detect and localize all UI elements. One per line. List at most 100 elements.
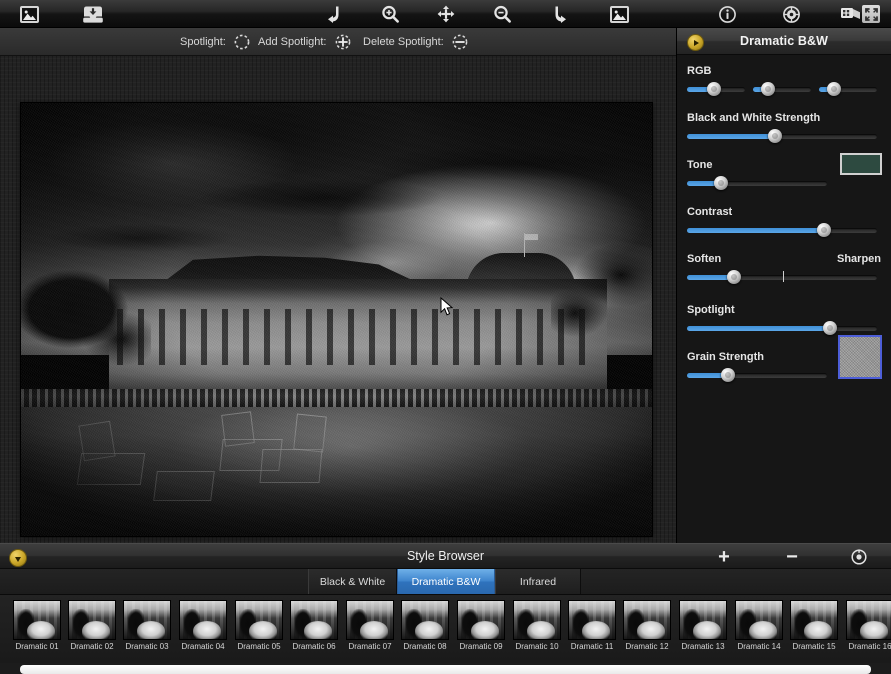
image-canvas[interactable] bbox=[0, 56, 676, 543]
style-thumbnail[interactable]: Dramatic 03 bbox=[124, 601, 170, 651]
bottom-bar-highlight bbox=[20, 665, 871, 674]
style-thumbnail-image bbox=[624, 601, 670, 639]
style-thumbnail[interactable]: Dramatic 09 bbox=[458, 601, 504, 651]
slider-knob[interactable] bbox=[823, 321, 837, 335]
style-thumbnail[interactable]: Dramatic 08 bbox=[402, 601, 448, 651]
undo-button[interactable] bbox=[325, 0, 343, 28]
style-thumbnail[interactable]: Dramatic 15 bbox=[791, 601, 837, 651]
style-thumbnail[interactable]: Dramatic 10 bbox=[514, 601, 560, 651]
slider-fill bbox=[687, 326, 829, 331]
zoom-in-button[interactable] bbox=[381, 0, 399, 28]
pan-button[interactable] bbox=[437, 0, 455, 28]
style-thumbnail-label: Dramatic 01 bbox=[15, 642, 59, 651]
contrast-slider[interactable] bbox=[687, 223, 881, 237]
style-thumbnail-label: Dramatic 11 bbox=[570, 642, 614, 651]
photo-editor-window: Spotlight: Add Spotlight: Delete Spotlig… bbox=[0, 0, 891, 674]
photo-chair bbox=[259, 449, 323, 483]
style-thumbnail-image bbox=[14, 601, 60, 639]
photo-chair-back bbox=[78, 420, 116, 462]
slider-knob[interactable] bbox=[714, 176, 728, 190]
black-and-white-strength-slider[interactable] bbox=[687, 129, 881, 143]
style-thumbnail[interactable]: Dramatic 16 bbox=[847, 601, 891, 651]
redo-arrow-icon bbox=[555, 6, 566, 23]
style-thumbnail[interactable]: Dramatic 11 bbox=[569, 601, 615, 651]
control-bw-strength-label: Black and White Strength bbox=[687, 112, 821, 124]
control-contrast-label: Contrast bbox=[687, 206, 733, 218]
style-thumbnail-image bbox=[514, 601, 560, 639]
open-image-button[interactable] bbox=[16, 0, 42, 28]
tab-infrared[interactable]: Infrared bbox=[495, 569, 581, 594]
slider-knob[interactable] bbox=[721, 368, 735, 382]
photo-balustrade bbox=[21, 389, 652, 407]
control-black-and-white-strength: Black and White Strength bbox=[687, 112, 881, 143]
style-thumbnail[interactable]: Dramatic 04 bbox=[180, 601, 226, 651]
slider-knob[interactable] bbox=[827, 82, 841, 96]
delete-spotlight-control[interactable]: Delete Spotlight: bbox=[363, 28, 469, 55]
spotlight-label: Spotlight: bbox=[180, 35, 226, 48]
style-thumbnail-label: Dramatic 04 bbox=[181, 642, 225, 651]
rgb-green-slider[interactable] bbox=[753, 82, 811, 96]
style-thumbnail-label: Dramatic 16 bbox=[848, 642, 891, 651]
slider-knob[interactable] bbox=[768, 129, 782, 143]
spotlight-minus-icon[interactable] bbox=[451, 33, 469, 51]
save-tray-icon bbox=[83, 6, 103, 23]
style-thumbnail-label: Dramatic 06 bbox=[292, 642, 336, 651]
add-spotlight-label: Add Spotlight: bbox=[258, 35, 327, 48]
style-thumbnail-image bbox=[180, 601, 226, 639]
add-style-button[interactable]: + bbox=[711, 544, 737, 570]
settings-button[interactable] bbox=[782, 0, 800, 28]
control-soften-sharpen: Soften Sharpen bbox=[687, 253, 881, 284]
redo-button[interactable] bbox=[551, 0, 569, 28]
magnifier-plus-icon bbox=[382, 5, 399, 23]
tab-dramatic-bw[interactable]: Dramatic B&W bbox=[397, 569, 495, 594]
style-thumbnail-image bbox=[736, 601, 782, 639]
reset-style-button[interactable] bbox=[846, 544, 872, 570]
magnifier-minus-icon bbox=[494, 5, 511, 23]
play-triangle-icon[interactable] bbox=[687, 34, 704, 51]
info-button[interactable] bbox=[718, 0, 736, 28]
add-spotlight-control[interactable]: Add Spotlight: bbox=[258, 28, 352, 55]
spotlight-control[interactable]: Spotlight: bbox=[180, 28, 251, 55]
style-thumbnail-image bbox=[347, 601, 393, 639]
spotlight-ring-icon[interactable] bbox=[233, 33, 251, 51]
style-thumbnail-label: Dramatic 10 bbox=[515, 642, 559, 651]
reset-clock-icon bbox=[851, 549, 867, 565]
photo-chair bbox=[153, 471, 215, 501]
style-thumbnail[interactable]: Dramatic 07 bbox=[347, 601, 393, 651]
slider-knob[interactable] bbox=[727, 270, 741, 284]
control-rgb: RGB bbox=[687, 65, 881, 96]
style-thumbnail-strip[interactable]: Dramatic 01 Dramatic 02 Dramatic 03 Dram… bbox=[0, 595, 891, 663]
photo-chair-back bbox=[221, 411, 255, 447]
style-thumbnail[interactable]: Dramatic 14 bbox=[736, 601, 782, 651]
zoom-out-button[interactable] bbox=[493, 0, 511, 28]
tab-black-and-white[interactable]: Black & White bbox=[308, 569, 397, 594]
style-thumbnail-label: Dramatic 13 bbox=[681, 642, 725, 651]
edited-photo[interactable] bbox=[21, 103, 652, 536]
control-contrast: Contrast bbox=[687, 206, 881, 237]
slider-knob[interactable] bbox=[817, 223, 831, 237]
rgb-blue-slider[interactable] bbox=[819, 82, 877, 96]
remove-style-button[interactable]: − bbox=[779, 544, 805, 570]
style-thumbnail[interactable]: Dramatic 01 bbox=[14, 601, 60, 651]
style-thumbnail-label: Dramatic 07 bbox=[348, 642, 392, 651]
save-image-button[interactable] bbox=[80, 0, 106, 28]
style-thumbnail[interactable]: Dramatic 05 bbox=[236, 601, 282, 651]
fullscreen-button[interactable] bbox=[860, 0, 882, 28]
style-thumbnail[interactable]: Dramatic 13 bbox=[680, 601, 726, 651]
photo-palace-windows bbox=[117, 309, 599, 365]
slider-knob[interactable] bbox=[707, 82, 721, 96]
grain-preview-swatch[interactable] bbox=[838, 335, 882, 379]
compare-image-button[interactable] bbox=[606, 0, 632, 28]
style-thumbnail[interactable]: Dramatic 06 bbox=[291, 601, 337, 651]
tone-slider[interactable] bbox=[687, 176, 881, 190]
rgb-slider-row bbox=[687, 82, 881, 96]
style-thumbnail[interactable]: Dramatic 12 bbox=[624, 601, 670, 651]
spotlight-plus-icon[interactable] bbox=[334, 33, 352, 51]
rgb-red-slider[interactable] bbox=[687, 82, 745, 96]
slider-knob[interactable] bbox=[761, 82, 775, 96]
spotlight-slider[interactable] bbox=[687, 321, 881, 335]
soften-sharpen-slider[interactable] bbox=[687, 270, 881, 284]
style-thumbnail[interactable]: Dramatic 02 bbox=[69, 601, 115, 651]
slider-fill bbox=[687, 228, 823, 233]
tone-color-swatch[interactable] bbox=[840, 153, 882, 175]
